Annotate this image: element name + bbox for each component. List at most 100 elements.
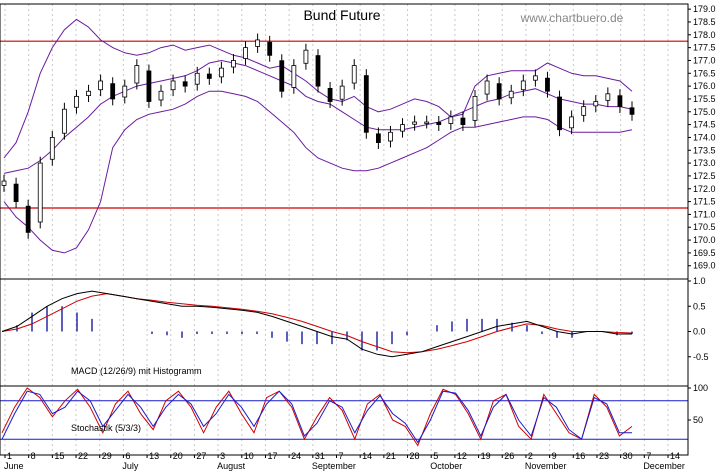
x-tick-label: 7 xyxy=(339,451,344,461)
candle-body xyxy=(629,107,635,115)
price-y-tick-label: 175.0 xyxy=(693,107,716,117)
candle-body xyxy=(25,205,31,233)
candle-body xyxy=(460,117,466,126)
candle-body xyxy=(146,70,152,102)
price-y-tick-label: 176.0 xyxy=(693,81,716,91)
chart-canvas: 1 8 15 22 29 6 13 20 27 3 10 17 24 31 7 14 21 28 5 12 19 26 2 9… xyxy=(0,3,716,471)
candle-body xyxy=(13,183,19,202)
candle-body xyxy=(134,65,140,84)
x-tick-label: 12 xyxy=(457,451,467,461)
stochastic-y-tick-label: 100 xyxy=(693,383,708,393)
candle-body xyxy=(291,65,297,88)
macd-y-tick-label: 1.0 xyxy=(693,276,706,286)
price-y-tick-label: 174.5 xyxy=(693,120,716,130)
x-tick-label: 27 xyxy=(196,451,206,461)
x-tick-label: 19 xyxy=(481,451,491,461)
x-tick-label: 9 xyxy=(552,451,557,461)
x-tick-label: 14 xyxy=(670,451,680,461)
x-month-label: June xyxy=(4,461,24,471)
price-y-tick-label: 172.0 xyxy=(693,184,716,194)
macd-panel xyxy=(1,290,633,358)
x-tick-label: 21 xyxy=(386,451,396,461)
candle-body xyxy=(279,60,285,92)
price-y-tick-label: 171.0 xyxy=(693,209,716,219)
price-y-tick-label: 169.0 xyxy=(693,261,716,271)
candle-body xyxy=(400,124,405,132)
candle-body xyxy=(218,67,224,78)
price-y-tick-label: 169.5 xyxy=(693,248,716,258)
chart-frame xyxy=(0,3,689,456)
candle-body xyxy=(98,80,104,91)
macd-y-tick-label: -0.5 xyxy=(693,352,709,362)
x-tick-label: 31 xyxy=(315,451,325,461)
x-tick-label: 3 xyxy=(220,451,225,461)
x-tick-label: 17 xyxy=(267,451,277,461)
candle-body xyxy=(267,41,273,56)
candle-body xyxy=(545,77,550,92)
candle-body xyxy=(593,101,599,107)
candle-body xyxy=(86,90,91,97)
candle-body xyxy=(206,73,212,79)
x-month-label: December xyxy=(643,461,685,471)
x-tick-label: 28 xyxy=(410,451,420,461)
candle-body xyxy=(158,90,164,101)
candle-body xyxy=(74,95,79,108)
candle-body xyxy=(61,108,67,134)
x-tick-label: 2 xyxy=(528,451,533,461)
price-y-tick-label: 174.0 xyxy=(693,132,716,142)
macd-y-tick-label: 0.0 xyxy=(693,327,706,337)
price-y-tick-label: 172.5 xyxy=(693,171,716,181)
candle-body xyxy=(532,75,538,81)
bund-future-chart: 1 8 15 22 29 6 13 20 27 3 10 17 24 31 7 14 21 28 5 12 19 26 2 9… xyxy=(0,0,723,471)
candle-body xyxy=(375,133,381,143)
x-tick-label: 15 xyxy=(54,451,64,461)
chart-title: Bund Future xyxy=(303,7,380,23)
watermark: www.chartbuero.de xyxy=(520,11,624,25)
candle-body xyxy=(110,83,116,100)
candle-body xyxy=(424,121,430,124)
candle-body xyxy=(351,65,357,84)
price-panel xyxy=(0,18,688,254)
price-y-tick-label: 177.5 xyxy=(693,43,716,53)
x-tick-label: 14 xyxy=(362,451,372,461)
candle-body xyxy=(436,122,442,126)
price-y-tick-label: 170.5 xyxy=(693,222,716,232)
candle-body xyxy=(508,90,514,99)
price-y-tick-label: 175.5 xyxy=(693,94,716,104)
price-y-tick-label: 173.5 xyxy=(693,145,716,155)
price-y-tick-label: 178.5 xyxy=(693,17,716,27)
candle-body xyxy=(484,80,490,95)
stochastic-label: Stochastik (5/3/3) xyxy=(71,423,141,433)
price-y-tick-label: 178.0 xyxy=(693,30,716,40)
x-tick-label: 30 xyxy=(623,451,633,461)
candle-body xyxy=(339,85,345,100)
x-tick-label: 6 xyxy=(125,451,130,461)
candle-body xyxy=(1,180,7,186)
price-y-tick-label: 179.0 xyxy=(693,4,716,14)
candle-body xyxy=(569,116,575,129)
candle-body xyxy=(605,93,611,101)
x-tick-label: 7 xyxy=(646,451,651,461)
x-tick-label: 22 xyxy=(78,451,88,461)
price-y-tick-label: 171.5 xyxy=(693,197,716,207)
candle-body xyxy=(581,106,587,116)
x-tick-label: 29 xyxy=(102,451,112,461)
x-tick-label: 24 xyxy=(291,451,301,461)
candle-body xyxy=(388,131,393,142)
candle-body xyxy=(315,55,321,87)
x-tick-label: 1 xyxy=(7,451,12,461)
x-month-label: September xyxy=(312,461,356,471)
macd-line xyxy=(1,290,632,358)
price-y-tick-label: 177.0 xyxy=(693,55,716,65)
price-y-tick-label: 170.0 xyxy=(693,235,716,245)
x-tick-label: 23 xyxy=(599,451,609,461)
macd-label: MACD (12/26/9) mit Histogramm xyxy=(71,366,202,376)
candle-body xyxy=(557,96,562,131)
candle-body xyxy=(303,49,309,64)
stochastic-panel xyxy=(0,387,688,447)
x-tick-label: 13 xyxy=(149,451,159,461)
stochastic-y-tick-label: 50 xyxy=(693,415,703,425)
x-tick-label: 20 xyxy=(173,451,183,461)
candle-body xyxy=(122,85,128,98)
x-month-label: November xyxy=(525,461,567,471)
